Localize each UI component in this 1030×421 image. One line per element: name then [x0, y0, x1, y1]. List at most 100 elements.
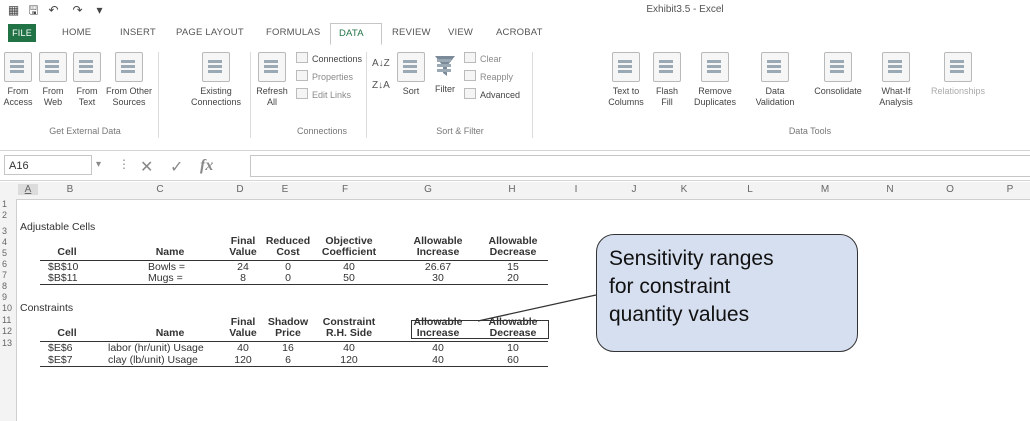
tab-data[interactable]: DATA: [330, 23, 382, 45]
consolidate-icon: [824, 52, 852, 82]
sort-descending-icon[interactable]: Z↓A: [372, 80, 390, 91]
connections-label: Connections: [312, 54, 363, 64]
table-cell[interactable]: 40: [314, 342, 384, 354]
data-validation-label: Data Validation: [755, 86, 795, 107]
remove-duplicates-button[interactable]: Remove Duplicates: [686, 52, 744, 108]
header-allowable-increase: Allowable Increase: [406, 236, 470, 258]
filter-button[interactable]: Filter: [430, 52, 460, 95]
table-cell[interactable]: clay (lb/unit) Usage: [108, 354, 198, 366]
row-header[interactable]: 13: [2, 338, 14, 348]
header-constraint-rhs: Constraint R.H. Side: [314, 317, 384, 339]
column-header[interactable]: I: [550, 184, 602, 195]
refresh-all-button[interactable]: Refresh All: [254, 52, 290, 108]
column-header[interactable]: E: [262, 184, 308, 195]
table-cell[interactable]: $E$6: [48, 342, 73, 354]
cancel-icon[interactable]: ✕: [140, 157, 153, 177]
insert-function-button[interactable]: fx: [200, 157, 213, 175]
table-cell[interactable]: 16: [264, 342, 312, 354]
table-cell[interactable]: 40: [406, 354, 470, 366]
table-cell[interactable]: 0: [264, 272, 312, 284]
tab-acrobat[interactable]: ACROBAT: [496, 27, 543, 38]
reapply-label: Reapply: [480, 72, 514, 82]
row-header[interactable]: 6: [2, 259, 14, 269]
from-text-button[interactable]: From Text: [72, 52, 102, 108]
column-header[interactable]: K: [664, 184, 704, 195]
table-cell[interactable]: $B$11: [48, 272, 78, 284]
flash-fill-button[interactable]: Flash Fill: [652, 52, 682, 108]
table-cell[interactable]: 60: [480, 354, 546, 366]
relationships-button[interactable]: Relationships: [924, 52, 992, 97]
table-cell[interactable]: 40: [406, 342, 470, 354]
column-header[interactable]: L: [710, 184, 790, 195]
column-header[interactable]: C: [100, 184, 220, 195]
formula-bar: A16 ▾ ⋮ ✕ ✓ fx: [0, 151, 1030, 181]
sort-icon: [397, 52, 425, 82]
row-header[interactable]: 12: [2, 326, 14, 336]
table-cell[interactable]: 8: [224, 272, 262, 284]
table-cell[interactable]: 120: [224, 354, 262, 366]
reapply-button[interactable]: Reapply: [464, 70, 513, 83]
row-header[interactable]: 9: [2, 292, 14, 302]
row-header[interactable]: 7: [2, 270, 14, 280]
column-header[interactable]: F: [310, 184, 380, 195]
column-header[interactable]: D: [220, 184, 260, 195]
row-header[interactable]: 1: [2, 199, 14, 209]
connections-button[interactable]: Connections: [296, 52, 362, 65]
properties-button[interactable]: Properties: [296, 70, 353, 83]
advanced-button[interactable]: Advanced: [464, 88, 520, 101]
consolidate-button[interactable]: Consolidate: [806, 52, 870, 97]
table-cell[interactable]: labor (hr/unit) Usage: [108, 342, 204, 354]
tab-file[interactable]: FILE: [8, 24, 36, 42]
name-box[interactable]: A16: [4, 155, 92, 175]
row-header[interactable]: 8: [2, 281, 14, 291]
table-cell[interactable]: 10: [480, 342, 546, 354]
existing-connections-icon: [202, 52, 230, 82]
table-cell[interactable]: 50: [314, 272, 384, 284]
from-access-button[interactable]: From Access: [2, 52, 34, 108]
row-header[interactable]: 10: [2, 303, 14, 313]
table-cell[interactable]: Mugs =: [148, 272, 183, 284]
column-header[interactable]: O: [920, 184, 980, 195]
row-header[interactable]: 2: [2, 210, 14, 220]
row-header[interactable]: 5: [2, 248, 14, 258]
table-cell[interactable]: 30: [406, 272, 470, 284]
text-to-columns-button[interactable]: Text to Columns: [604, 52, 648, 108]
tab-review[interactable]: REVIEW: [392, 27, 431, 38]
column-header[interactable]: M: [790, 184, 860, 195]
table-cell[interactable]: $E$7: [48, 354, 73, 366]
edit-links-button[interactable]: Edit Links: [296, 88, 351, 101]
sort-button[interactable]: Sort: [396, 52, 426, 97]
column-header[interactable]: P: [990, 184, 1030, 195]
tab-view[interactable]: VIEW: [448, 27, 473, 38]
column-header[interactable]: B: [40, 184, 100, 195]
table-cell[interactable]: 6: [264, 354, 312, 366]
tab-formulas[interactable]: FORMULAS: [266, 27, 320, 38]
column-header[interactable]: H: [476, 184, 548, 195]
from-web-button[interactable]: From Web: [38, 52, 68, 108]
table-cell[interactable]: 20: [480, 272, 546, 284]
name-box-dropdown-icon[interactable]: ▾: [96, 159, 101, 170]
column-header[interactable]: A: [18, 184, 38, 195]
row-header[interactable]: 11: [2, 315, 14, 325]
column-header[interactable]: G: [382, 184, 474, 195]
table-cell[interactable]: 120: [314, 354, 384, 366]
row-header[interactable]: 4: [2, 237, 14, 247]
formula-input[interactable]: [250, 155, 1030, 177]
what-if-analysis-button[interactable]: What-If Analysis: [872, 52, 920, 108]
tab-page-layout[interactable]: PAGE LAYOUT: [176, 27, 244, 38]
column-header[interactable]: N: [860, 184, 920, 195]
header-allowable-decrease: Allowable Decrease: [480, 236, 546, 258]
clear-button[interactable]: Clear: [464, 52, 502, 65]
sort-ascending-icon[interactable]: A↓Z: [372, 58, 390, 69]
remove-duplicates-label: Remove Duplicates: [693, 86, 737, 107]
refresh-all-label: Refresh All: [256, 86, 288, 107]
tab-insert[interactable]: INSERT: [120, 27, 156, 38]
from-other-sources-button[interactable]: From Other Sources: [104, 52, 154, 108]
row-header[interactable]: 3: [2, 226, 14, 236]
table-cell[interactable]: 40: [224, 342, 262, 354]
tab-home[interactable]: HOME: [62, 27, 91, 38]
enter-icon[interactable]: ✓: [170, 157, 183, 177]
column-header[interactable]: J: [604, 184, 664, 195]
existing-connections-button[interactable]: Existing Connections: [186, 52, 246, 108]
data-validation-button[interactable]: Data Validation: [746, 52, 804, 108]
